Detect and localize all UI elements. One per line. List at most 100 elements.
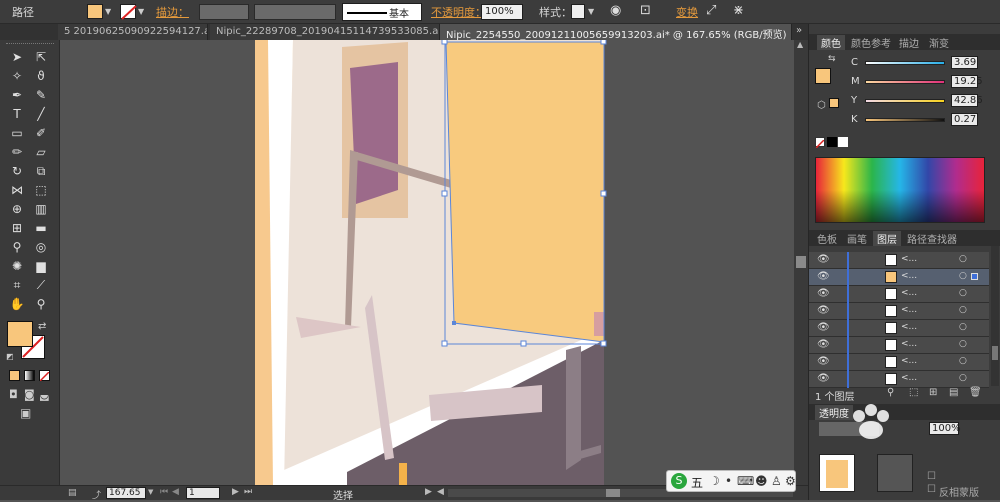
pen-tool-icon[interactable]: ✒ xyxy=(7,86,27,104)
swap-colors-icon[interactable]: ⇄ xyxy=(38,321,46,332)
transform-label[interactable]: 变换 xyxy=(676,4,698,20)
layer-row[interactable]: 👁 <... ○ xyxy=(809,252,989,269)
mask-thumbnail[interactable] xyxy=(877,454,913,492)
scroll-thumb[interactable] xyxy=(796,256,806,268)
chevron-down-icon[interactable]: ▼ xyxy=(138,7,144,16)
screen-mode-icon[interactable]: ▣ xyxy=(20,406,31,420)
align-icon[interactable]: ⊡ xyxy=(640,3,651,18)
clip-checkbox[interactable]: ☐ xyxy=(927,471,936,482)
mesh-tool-icon[interactable]: ⊞ xyxy=(7,219,27,237)
perspective-grid-icon[interactable]: ▥ xyxy=(31,200,51,218)
canvas-area[interactable] xyxy=(61,40,794,485)
tab-pathfinder[interactable]: 路径查找器 xyxy=(903,231,961,246)
target-icon[interactable]: ○ xyxy=(959,356,967,366)
brush-definition-dropdown[interactable]: 基本 xyxy=(342,3,422,21)
vertical-scrollbar[interactable]: ▲ xyxy=(794,40,808,485)
fill-color-box[interactable] xyxy=(7,321,33,347)
eyedropper-icon[interactable]: ⚲ xyxy=(7,238,27,256)
visibility-eye-icon[interactable]: 👁 xyxy=(817,254,830,265)
stroke-swatch[interactable] xyxy=(120,4,137,20)
hscroll-thumb[interactable] xyxy=(606,489,620,497)
channel-k-slider[interactable] xyxy=(865,118,945,122)
tools-grip[interactable] xyxy=(6,43,54,46)
graph-tool-icon[interactable]: ▆ xyxy=(31,257,51,275)
menu-icon[interactable]: ⚙ xyxy=(785,474,796,488)
layer-name[interactable]: <... xyxy=(901,288,917,298)
layer-name[interactable]: <... xyxy=(901,254,917,264)
chevron-down-icon[interactable]: ▼ xyxy=(105,7,111,16)
artwork[interactable] xyxy=(61,40,794,485)
layer-row[interactable]: 👁 <... ○ xyxy=(809,354,989,371)
opacity-label[interactable]: 不透明度： xyxy=(431,4,486,20)
channel-k-value[interactable]: 0.27 xyxy=(951,113,978,126)
draw-behind-icon[interactable]: ◙ xyxy=(24,388,35,401)
eraser-icon[interactable]: ▱ xyxy=(31,143,51,161)
lasso-icon[interactable]: ϑ xyxy=(31,67,51,85)
target-icon[interactable]: ○ xyxy=(959,322,967,332)
tab-gradient[interactable]: 渐变 xyxy=(925,35,953,50)
stroke-weight-dropdown[interactable] xyxy=(199,4,249,20)
tab-layers[interactable]: 图层 xyxy=(873,231,901,246)
color-spectrum[interactable] xyxy=(815,157,985,223)
layer-name[interactable]: <... xyxy=(901,305,917,315)
graphic-style-swatch[interactable] xyxy=(571,4,585,19)
pencil-icon[interactable]: ✏ xyxy=(7,143,27,161)
status-icon[interactable]: ▤ xyxy=(68,488,77,498)
visibility-eye-icon[interactable]: 👁 xyxy=(817,271,830,282)
channel-m-slider[interactable] xyxy=(865,80,945,84)
tab-color[interactable]: 颜色 xyxy=(817,35,845,50)
slice-tool-icon[interactable]: ⟋ xyxy=(31,276,51,294)
shape-builder-icon[interactable]: ⊕ xyxy=(7,200,27,218)
transparency-thumbnail[interactable] xyxy=(819,454,855,492)
chevron-down-icon[interactable]: ▼ xyxy=(588,7,594,16)
direct-selection-tool-icon[interactable]: ⇱ xyxy=(31,48,51,66)
black-swatch[interactable] xyxy=(827,137,837,147)
target-icon[interactable]: ○ xyxy=(959,339,967,349)
layer-row[interactable]: 👁 <... ○ xyxy=(809,303,989,320)
visibility-eye-icon[interactable]: 👁 xyxy=(817,356,830,367)
layer-row[interactable]: 👁 <... ○ xyxy=(809,269,989,286)
gradient-mode-button[interactable] xyxy=(24,370,35,381)
target-icon[interactable]: ○ xyxy=(959,373,967,383)
scroll-up-icon[interactable]: ▲ xyxy=(797,40,803,49)
hand-tool-icon[interactable]: ✋ xyxy=(7,295,27,313)
target-icon[interactable]: ○ xyxy=(959,305,967,315)
zoom-input[interactable]: 167.65 xyxy=(106,487,146,499)
paintbrush-icon[interactable]: ✐ xyxy=(31,124,51,142)
layer-name[interactable]: <... xyxy=(901,271,917,281)
selection-tool-icon[interactable]: ➤ xyxy=(7,48,27,66)
visibility-eye-icon[interactable]: 👁 xyxy=(817,339,830,350)
hscroll-left-icon[interactable]: ◀ xyxy=(437,487,444,497)
width-tool-icon[interactable]: ⋈ xyxy=(7,181,27,199)
variable-width-dropdown[interactable] xyxy=(254,4,336,20)
gradient-tool-icon[interactable]: ▬ xyxy=(31,219,51,237)
none-mode-button[interactable] xyxy=(39,370,50,382)
swap-icon[interactable]: ⇆ xyxy=(828,54,836,64)
tab-document-2[interactable]: Nipic_22289708_20190415114739533085.ai* … xyxy=(210,24,440,40)
channel-y-slider[interactable] xyxy=(865,99,945,103)
ime-toolbar[interactable]: S 五 ☽ • ⌨ ☻ ♙ ⚙ xyxy=(666,470,796,492)
stroke-label[interactable]: 描边： xyxy=(156,4,189,20)
draw-normal-icon[interactable]: ◘ xyxy=(9,388,18,401)
last-artboard-icon[interactable]: ⏭ xyxy=(244,487,252,497)
color-mode-button[interactable] xyxy=(9,370,20,381)
gamut-swatch[interactable] xyxy=(829,98,839,108)
layer-name[interactable]: <... xyxy=(901,356,917,366)
tab-stroke[interactable]: 描边 xyxy=(895,35,923,50)
visibility-eye-icon[interactable]: 👁 xyxy=(817,288,830,299)
magic-wand-icon[interactable]: ✧ xyxy=(7,67,27,85)
target-icon[interactable]: ○ xyxy=(959,271,967,281)
channel-m-value[interactable]: 19.25 xyxy=(951,75,983,88)
shirt-icon[interactable]: ♙ xyxy=(771,474,782,488)
recolor-icon[interactable]: ◉ xyxy=(610,3,621,18)
channel-c-value[interactable]: 3.69 xyxy=(951,56,978,69)
tab-color-guide[interactable]: 颜色参考 xyxy=(847,35,895,50)
close-icon[interactable]: × xyxy=(790,30,791,40)
line-tool-icon[interactable]: ╱ xyxy=(31,105,51,123)
panel-fill-swatch[interactable] xyxy=(815,68,831,84)
layer-name[interactable]: <... xyxy=(901,322,917,332)
opacity-input[interactable]: 100% xyxy=(481,4,523,20)
out-of-gamut-icon[interactable]: ⬡ xyxy=(817,100,826,111)
visibility-eye-icon[interactable]: 👁 xyxy=(817,322,830,333)
symbol-sprayer-icon[interactable]: ✺ xyxy=(7,257,27,275)
